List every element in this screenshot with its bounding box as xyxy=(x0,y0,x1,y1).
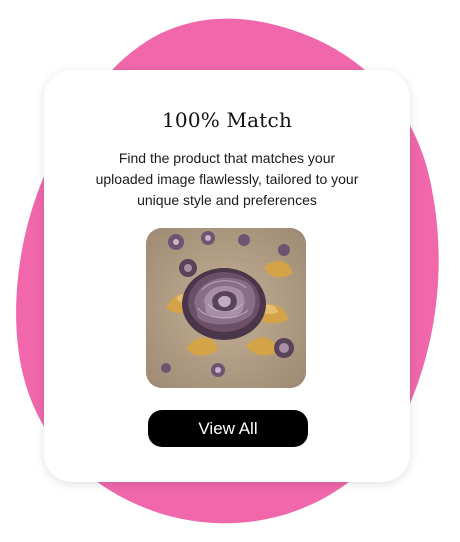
card-title: 100% Match xyxy=(161,108,293,132)
promo-stage: 100% Match Find the product that matches… xyxy=(0,0,460,542)
card-description: Find the product that matches your uploa… xyxy=(95,150,359,208)
embroidery-illustration xyxy=(146,228,306,388)
match-card: 100% Match Find the product that matches… xyxy=(44,70,410,482)
view-all-button[interactable]: View All xyxy=(148,410,308,447)
product-image xyxy=(146,228,306,388)
